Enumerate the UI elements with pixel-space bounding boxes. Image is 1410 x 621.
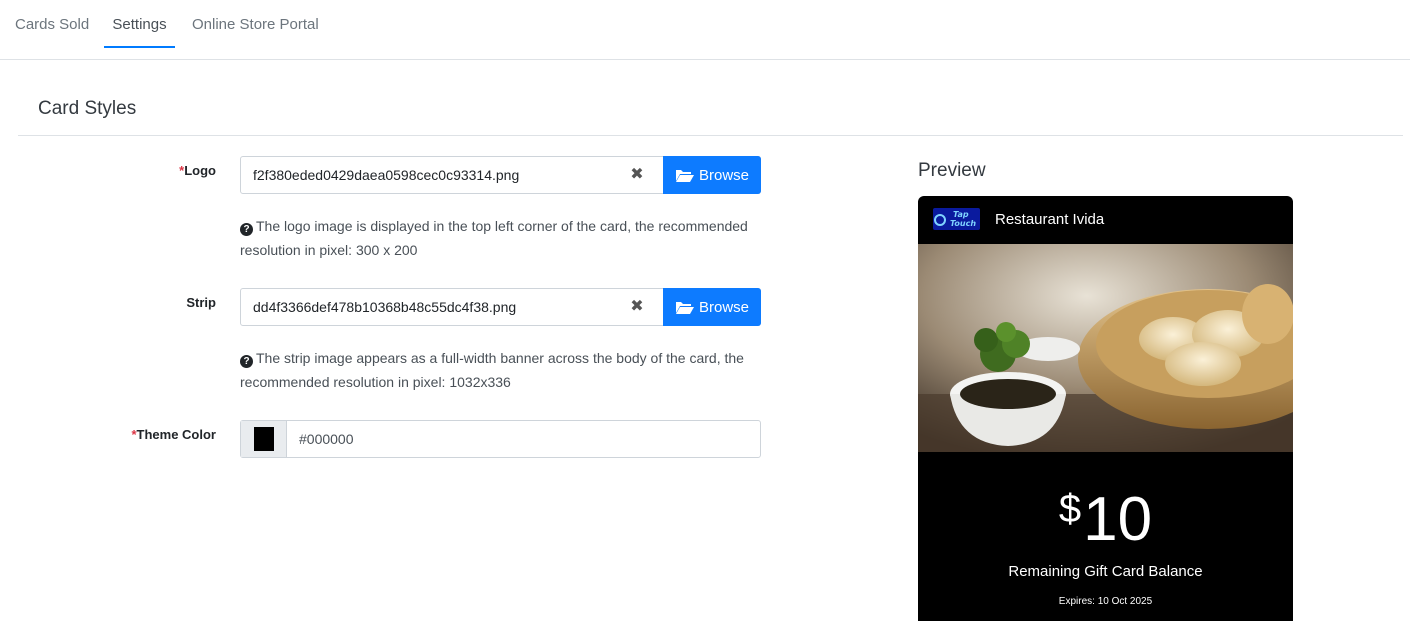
theme-color-label: *Theme Color [131,427,216,442]
logo-label: *Logo [179,163,216,178]
folder-open-icon [675,170,694,182]
strip-file-name[interactable]: dd4f3366def478b10368b48c55dc4f38.png [241,289,611,325]
logo-browse-label: Browse [698,166,750,184]
gift-card-preview: Tap Touch Restaurant Ivida $10 Remaining… [918,196,1293,621]
strip-help-text: ? The strip image appears as a full-width… [240,350,744,390]
expiry-date: Expires: 10 Oct 2025 [1058,596,1153,607]
logo-text-top: Tap [953,210,969,219]
logo-file-name[interactable]: f2f380eded0429daea0598cec0c93314.png [241,157,611,193]
logo-file-input: f2f380eded0429daea0598cec0c93314.png ✖ B… [240,156,761,194]
color-swatch [253,427,274,451]
color-picker-button[interactable] [241,421,287,457]
logo-browse-button[interactable]: Browse [663,156,761,194]
logo-help-text: ? The logo image is displayed in the top … [240,218,748,258]
card-strip-image [918,244,1293,452]
logo-text-bottom: Touch [950,219,976,228]
strip-file-input: dd4f3366def478b10368b48c55dc4f38.png ✖ B… [240,288,761,326]
strip-browse-label: Browse [698,298,750,316]
card-logo: Tap Touch [933,208,980,230]
strip-label: Strip [186,295,216,310]
question-circle-icon: ? [240,223,253,236]
theme-color-value[interactable]: #000000 [287,421,760,457]
currency-symbol: $ [1058,487,1082,531]
folder-open-icon [675,302,694,314]
restaurant-name: Restaurant Ivida [995,211,1105,228]
preview-title: Preview [918,160,986,181]
card-header: Tap Touch Restaurant Ivida [918,196,1293,244]
tab-settings[interactable]: Settings [104,0,175,48]
tab-cards-sold[interactable]: Cards Sold [15,0,89,48]
section-title: Card Styles [38,98,137,119]
strip-browse-button[interactable]: Browse [663,288,761,326]
card-amount: $10 [918,474,1293,555]
tab-online-store-portal[interactable]: Online Store Portal [192,0,319,48]
balance-label: Remaining Gift Card Balance [1008,563,1203,580]
nav-tabs: Cards Sold Settings Online Store Portal [0,0,1410,60]
question-circle-icon: ? [240,355,253,368]
amount-value: 10 [1083,485,1153,554]
section-divider [18,135,1403,136]
theme-color-input: #000000 [240,420,761,458]
strip-clear-button[interactable]: ✖ [611,289,663,325]
logo-clear-button[interactable]: ✖ [611,157,663,193]
